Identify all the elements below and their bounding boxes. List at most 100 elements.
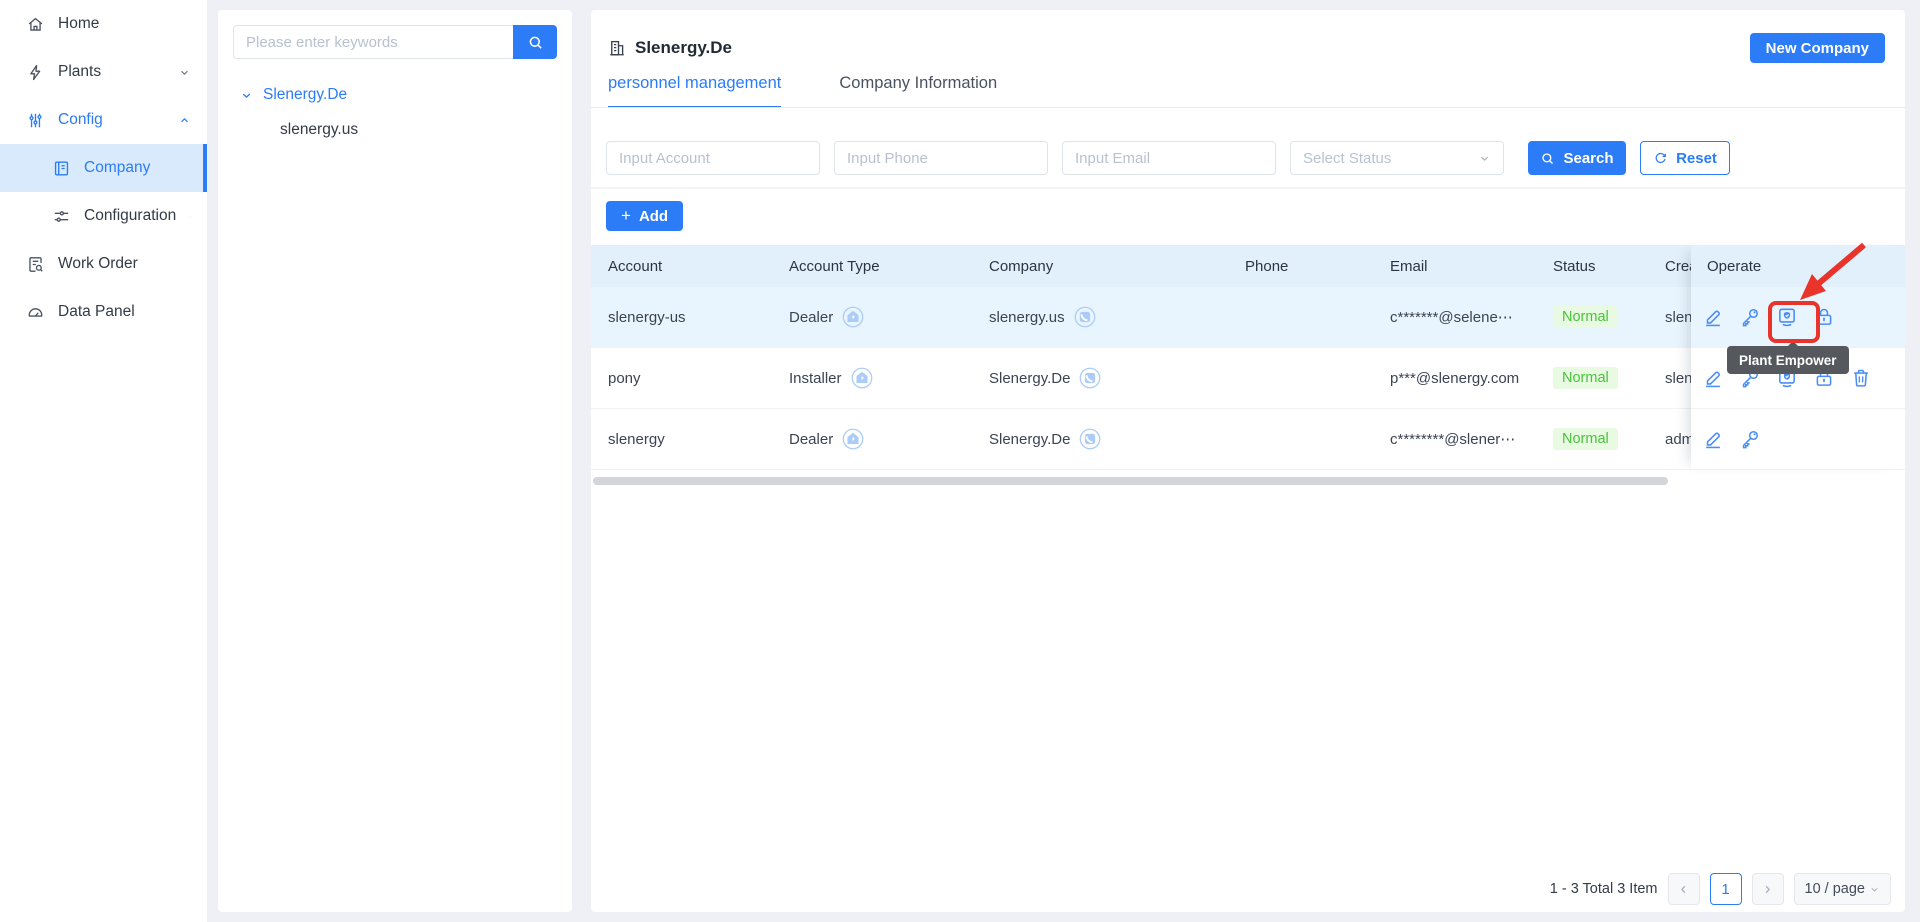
sidebar-item-label: Data Panel (58, 303, 135, 321)
chevron-down-icon (1478, 152, 1491, 165)
reset-button[interactable]: Reset (1640, 141, 1730, 175)
edit-icon[interactable] (1702, 428, 1724, 450)
column-header: Status (1536, 258, 1648, 275)
sidebar-item-configuration[interactable]: Configuration (0, 192, 207, 240)
tree-search-button[interactable] (513, 25, 557, 59)
tab-personnel-management[interactable]: personnel management (608, 74, 781, 108)
email-filter-input[interactable] (1062, 141, 1276, 175)
tree-node-child[interactable]: slenergy.us (280, 121, 572, 139)
table-row: slenergy-usDealerslenergy.us c*******@sel… (591, 287, 1691, 348)
prev-page-button[interactable] (1668, 873, 1700, 905)
configuration-icon (52, 207, 71, 226)
sidebar-item-home[interactable]: Home (0, 0, 207, 48)
account-type-badge-icon (842, 306, 864, 328)
column-header: Account Type (772, 258, 972, 275)
company-cell: Slenergy.De (972, 428, 1228, 450)
account-cell: slenergy (591, 431, 772, 448)
phone-filter-input[interactable] (834, 141, 1048, 175)
table-scroll-area: AccountAccount TypeCompanyPhoneEmailStat… (591, 245, 1691, 470)
column-header: Crea (1648, 258, 1691, 275)
page-size-select[interactable]: 10 / page (1794, 873, 1891, 905)
chevron-down-icon (178, 66, 191, 79)
data-panel-icon (26, 303, 45, 322)
filters-divider (591, 187, 1905, 189)
lock-icon[interactable] (1813, 306, 1835, 328)
account-type-badge-icon (842, 428, 864, 450)
sidebar-item-data-panel[interactable]: Data Panel (0, 288, 207, 336)
tree-node-label: Slenergy.De (263, 86, 347, 104)
search-button[interactable]: Search (1528, 141, 1626, 175)
edit-icon[interactable] (1702, 367, 1724, 389)
operate-column-header: Operate (1691, 245, 1905, 287)
company-badge-icon (1074, 306, 1096, 328)
filter-bar: Select Status Search Reset (606, 141, 1730, 175)
account-type-cell: Dealer (772, 306, 972, 328)
email-cell: c*******@selene⋯ (1373, 308, 1536, 326)
tab-company-information[interactable]: Company Information (839, 74, 997, 108)
status-cell: Normal (1536, 428, 1648, 450)
search-icon (527, 34, 544, 51)
sidebar-item-config[interactable]: Config (0, 96, 207, 144)
add-button[interactable]: + Add (606, 201, 683, 231)
chevron-up-icon (178, 114, 191, 127)
chevron-down-icon (240, 89, 253, 102)
account-cell: slenergy-us (591, 309, 772, 326)
operate-cell (1691, 287, 1905, 348)
company-cell: Slenergy.De (972, 367, 1228, 389)
page-title-text: Slenergy.De (635, 38, 732, 58)
sidebar-item-label: Configuration (84, 207, 176, 225)
plus-icon: + (621, 206, 631, 226)
account-filter-input[interactable] (606, 141, 820, 175)
account-type-badge-icon (851, 367, 873, 389)
column-header: Company (972, 258, 1228, 275)
chevron-right-icon (1761, 883, 1774, 896)
company-cell: slenergy.us (972, 306, 1228, 328)
next-page-button[interactable] (1752, 873, 1784, 905)
personnel-table: AccountAccount TypeCompanyPhoneEmailStat… (591, 245, 1905, 470)
company-badge-icon (1079, 367, 1101, 389)
table-row: ponyInstallerSlenergy.Dep***@slenergy.co… (591, 348, 1691, 409)
sidebar-item-label: Plants (58, 63, 101, 81)
tabs-divider (591, 107, 1905, 108)
search-icon (1540, 151, 1555, 166)
plants-icon (26, 63, 45, 82)
column-header: Email (1373, 258, 1536, 275)
horizontal-scrollbar[interactable] (593, 477, 1668, 485)
company-tree-panel: Slenergy.De slenergy.us (218, 10, 572, 912)
sidebar-item-work-order[interactable]: Work Order (0, 240, 207, 288)
plant-empower-icon[interactable] (1776, 306, 1798, 328)
delete-icon[interactable] (1850, 367, 1872, 389)
sidebar-item-company[interactable]: Company (0, 144, 207, 192)
chevron-down-icon (1869, 884, 1880, 895)
table-row: slenergyDealerSlenergy.Dec********@slene… (591, 409, 1691, 470)
account-type-cell: Dealer (772, 428, 972, 450)
keywords-search-input[interactable] (233, 25, 513, 59)
config-icon (26, 111, 45, 130)
status-badge: Normal (1553, 306, 1618, 328)
page-title: Slenergy.De (608, 38, 732, 58)
sidebar-item-label: Company (84, 159, 150, 177)
key-icon[interactable] (1739, 306, 1761, 328)
created-by-cell: adm (1648, 431, 1691, 448)
sidebar-item-plants[interactable]: Plants (0, 48, 207, 96)
account-cell: pony (591, 370, 772, 387)
building-icon (608, 39, 626, 57)
pagination-summary: 1 - 3 Total 3 Item (1550, 881, 1658, 897)
key-icon[interactable] (1739, 428, 1761, 450)
tree-node-root[interactable]: Slenergy.De (240, 86, 572, 104)
operate-cell (1691, 409, 1905, 470)
sidebar-item-label: Config (58, 111, 103, 129)
reset-icon (1653, 151, 1668, 166)
sidebar-item-label: Home (58, 15, 99, 33)
page-number-button[interactable]: 1 (1710, 873, 1742, 905)
email-cell: p***@slenergy.com (1373, 370, 1536, 387)
new-company-button[interactable]: New Company (1750, 33, 1885, 63)
edit-icon[interactable] (1702, 306, 1724, 328)
home-icon (26, 15, 45, 34)
pagination: 1 - 3 Total 3 Item 1 10 / page (1550, 873, 1891, 905)
column-header: Account (591, 258, 772, 275)
status-select[interactable]: Select Status (1290, 141, 1504, 175)
table-header-row: AccountAccount TypeCompanyPhoneEmailStat… (591, 245, 1691, 287)
company-badge-icon (1079, 428, 1101, 450)
work-order-icon (26, 255, 45, 274)
